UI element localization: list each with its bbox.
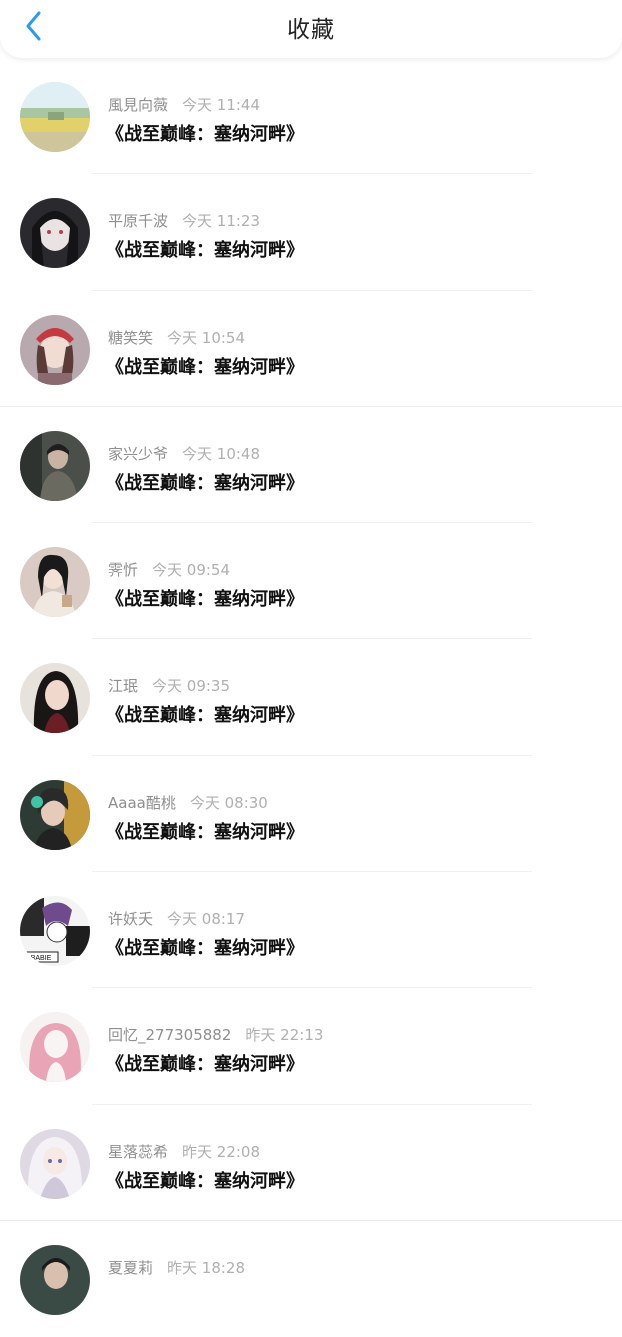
user-name[interactable]: 平原千波 bbox=[108, 212, 168, 230]
item-meta: 家兴少爷 今天 10:48 bbox=[108, 443, 260, 464]
avatar-pink-silhouette[interactable] bbox=[20, 1012, 90, 1083]
timestamp: 昨天 22:13 bbox=[245, 1026, 324, 1045]
list-item[interactable]: 平原千波 今天 11:23 《战至巅峰：塞纳河畔》 bbox=[0, 174, 622, 291]
user-name[interactable]: 星落蕊希 bbox=[108, 1143, 168, 1161]
favorites-list[interactable]: 風見向薇 今天 11:44 《战至巅峰：塞纳河畔》 平原千波 今天 11:23 《战… bbox=[0, 58, 622, 1337]
user-name[interactable]: 回忆_277305882 bbox=[108, 1026, 231, 1044]
avatar-anime-red-hat[interactable] bbox=[20, 314, 90, 385]
user-name[interactable]: 霁忻 bbox=[108, 561, 138, 579]
user-name[interactable]: Aaaa酷桃 bbox=[108, 794, 176, 812]
timestamp: 今天 08:17 bbox=[167, 910, 246, 929]
timestamp: 今天 08:30 bbox=[189, 793, 268, 812]
avatar-photo-girl[interactable] bbox=[20, 547, 90, 618]
timestamp: 昨天 18:28 bbox=[167, 1258, 246, 1277]
list-item[interactable]: 霁忻 今天 09:54 《战至巅峰：塞纳河畔》 bbox=[0, 523, 622, 640]
avatar-manga-babie[interactable]: BABIE bbox=[20, 896, 90, 967]
item-meta: Aaaa酷桃 今天 08:30 bbox=[108, 792, 268, 813]
item-meta: 平原千波 今天 11:23 bbox=[108, 210, 260, 231]
user-name[interactable]: 糖笑笑 bbox=[108, 329, 153, 347]
list-item[interactable]: 夏夏莉 昨天 18:28 bbox=[0, 1221, 622, 1337]
user-name[interactable]: 江珉 bbox=[108, 677, 138, 695]
item-title[interactable]: 《战至巅峰：塞纳河畔》 bbox=[106, 120, 304, 146]
timestamp: 今天 10:54 bbox=[167, 328, 246, 347]
list-item[interactable]: 回忆_277305882 昨天 22:13 《战至巅峰：塞纳河畔》 bbox=[0, 988, 622, 1105]
user-name[interactable]: 家兴少爷 bbox=[108, 445, 168, 463]
list-item[interactable]: 糖笑笑 今天 10:54 《战至巅峰：塞纳河畔》 bbox=[0, 291, 622, 407]
avatar-anime-dark[interactable] bbox=[20, 198, 90, 269]
list-item[interactable]: BABIE 许妖夭 今天 08:17 《战至巅峰：塞纳河畔》 bbox=[0, 872, 622, 989]
avatar-photo-person[interactable] bbox=[20, 430, 90, 501]
item-meta: 回忆_277305882 昨天 22:13 bbox=[108, 1024, 323, 1045]
top-bar: 收藏 bbox=[0, 0, 622, 58]
item-title[interactable]: 《战至巅峰：塞纳河畔》 bbox=[106, 934, 304, 960]
item-title[interactable]: 《战至巅峰：塞纳河畔》 bbox=[106, 469, 304, 495]
timestamp: 今天 11:44 bbox=[182, 96, 261, 114]
avatar-anime-white-hair[interactable] bbox=[20, 1128, 90, 1199]
item-title[interactable]: 《战至巅峰：塞纳河畔》 bbox=[106, 1167, 304, 1193]
item-meta: 霁忻 今天 09:54 bbox=[108, 559, 230, 580]
timestamp: 昨天 22:08 bbox=[182, 1142, 261, 1161]
item-meta: 星落蕊希 昨天 22:08 bbox=[108, 1141, 260, 1162]
item-title[interactable]: 《战至巅峰：塞纳河畔》 bbox=[106, 1050, 304, 1076]
item-title[interactable]: 《战至巅峰：塞纳河畔》 bbox=[106, 585, 304, 611]
item-title[interactable]: 《战至巅峰：塞纳河畔》 bbox=[106, 236, 304, 262]
item-title[interactable]: 《战至巅峰：塞纳河畔》 bbox=[106, 353, 304, 379]
item-title[interactable]: 《战至巅峰：塞纳河畔》 bbox=[106, 818, 304, 844]
item-meta: 江珉 今天 09:35 bbox=[108, 675, 230, 696]
item-meta: 糖笑笑 今天 10:54 bbox=[108, 327, 245, 348]
list-item[interactable]: 風見向薇 今天 11:44 《战至巅峰：塞纳河畔》 bbox=[0, 58, 622, 175]
list-item[interactable]: 星落蕊希 昨天 22:08 《战至巅峰：塞纳河畔》 bbox=[0, 1105, 622, 1221]
list-item[interactable]: 江珉 今天 09:35 《战至巅峰：塞纳河畔》 bbox=[0, 639, 622, 756]
avatar-photo-woman[interactable] bbox=[20, 663, 90, 734]
user-name[interactable]: 许妖夭 bbox=[108, 910, 153, 928]
list-item[interactable]: 家兴少爷 今天 10:48 《战至巅峰：塞纳河畔》 bbox=[0, 407, 622, 524]
timestamp: 今天 09:54 bbox=[152, 561, 231, 580]
item-meta: 许妖夭 今天 08:17 bbox=[108, 908, 245, 929]
item-meta: 夏夏莉 昨天 18:28 bbox=[108, 1257, 245, 1278]
timestamp: 今天 10:48 bbox=[182, 444, 261, 463]
user-name[interactable]: 夏夏莉 bbox=[108, 1259, 153, 1277]
avatar-field-landscape[interactable] bbox=[20, 82, 90, 152]
list-item[interactable]: Aaaa酷桃 今天 08:30 《战至巅峰：塞纳河畔》 bbox=[0, 756, 622, 873]
timestamp: 今天 09:35 bbox=[152, 677, 231, 696]
timestamp: 今天 11:23 bbox=[182, 212, 261, 231]
page-title: 收藏 bbox=[287, 17, 335, 43]
item-title[interactable]: 《战至巅峰：塞纳河畔》 bbox=[106, 701, 304, 727]
svg-text:BABIE: BABIE bbox=[31, 955, 52, 962]
item-meta: 風見向薇 今天 11:44 bbox=[108, 94, 260, 115]
avatar-photo-green[interactable] bbox=[20, 779, 90, 850]
user-name[interactable]: 風見向薇 bbox=[108, 96, 168, 114]
